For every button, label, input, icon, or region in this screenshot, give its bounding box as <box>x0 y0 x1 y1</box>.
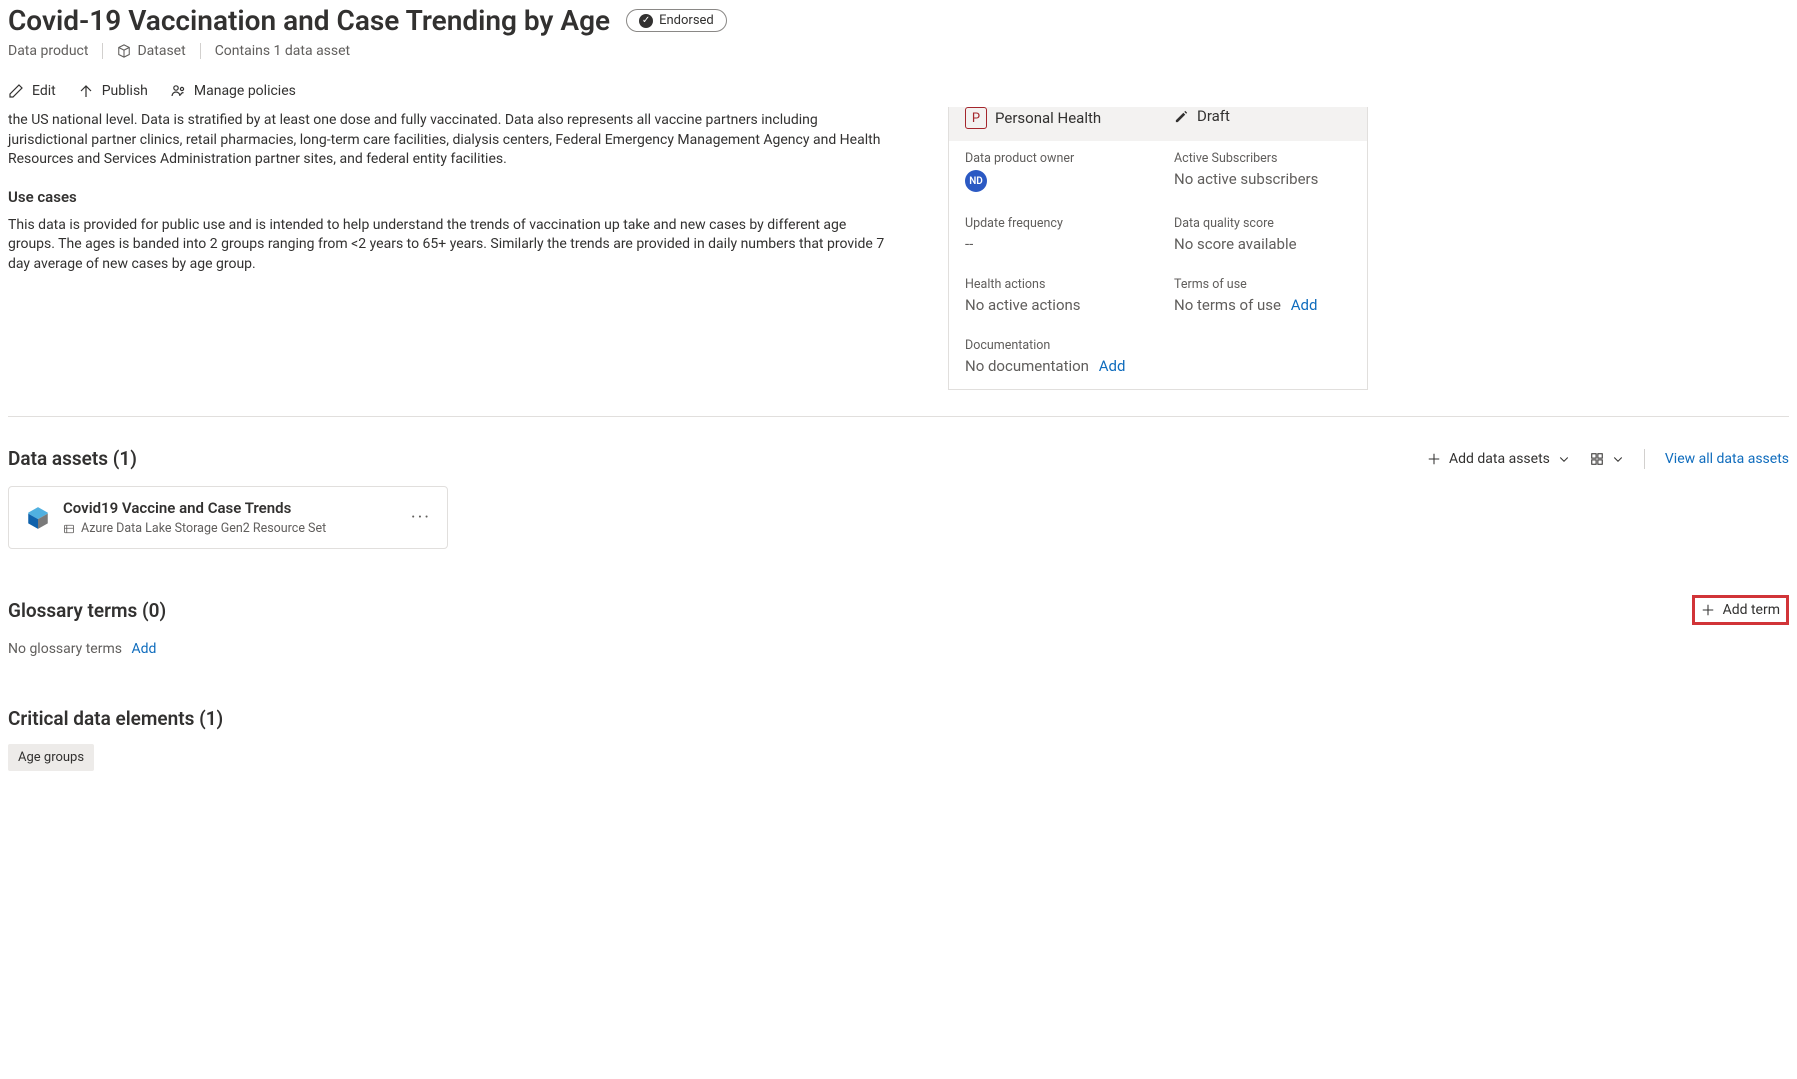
edit-button[interactable]: Edit <box>8 83 56 99</box>
asset-title: Covid19 Vaccine and Case Trends <box>63 499 399 517</box>
endorsed-badge: ✓ Endorsed <box>626 9 727 32</box>
doc-add-link[interactable]: Add <box>1099 357 1126 375</box>
publish-button[interactable]: Publish <box>78 83 148 99</box>
usecases-heading: Use cases <box>8 188 888 206</box>
add-data-assets-button[interactable]: Add data assets <box>1427 451 1570 467</box>
meta-data-product: Data product <box>8 43 103 59</box>
add-term-button[interactable]: Add term <box>1692 595 1789 625</box>
asset-more-button[interactable]: ··· <box>411 507 431 528</box>
chevron-down-icon <box>1612 453 1624 465</box>
terms-add-link[interactable]: Add <box>1291 296 1318 314</box>
update-freq-value: -- <box>965 235 1142 253</box>
meta-contains: Contains 1 data asset <box>201 43 364 59</box>
data-asset-card[interactable]: Covid19 Vaccine and Case Trends Azure Da… <box>8 486 448 549</box>
owner-avatar: ND <box>965 170 987 192</box>
update-freq-label: Update frequency <box>965 216 1142 231</box>
details-panel: P Personal Health Draft Data product own… <box>948 107 1368 390</box>
owner-label: Data product owner <box>965 151 1142 166</box>
layout-toggle[interactable] <box>1590 452 1624 466</box>
grid-icon <box>1590 452 1604 466</box>
cube-icon <box>117 44 131 58</box>
description-paragraph-2: This data is provided for public use and… <box>8 216 888 275</box>
health-label: Health actions <box>965 277 1142 292</box>
domain-letter-icon: P <box>965 107 987 129</box>
description-paragraph-1: the US national level. Data is stratifie… <box>8 111 888 170</box>
manage-policies-button[interactable]: Manage policies <box>170 83 296 99</box>
asset-subtitle: Azure Data Lake Storage Gen2 Resource Se… <box>81 521 326 536</box>
people-icon <box>170 83 186 99</box>
resource-set-icon <box>63 523 75 535</box>
subscribers-value: No active subscribers <box>1174 170 1351 188</box>
cde-tag-age-groups[interactable]: Age groups <box>8 744 94 771</box>
owner-name-redacted <box>995 174 1075 188</box>
page-title: Covid-19 Vaccination and Case Trending b… <box>8 4 610 37</box>
endorsed-label: Endorsed <box>659 13 714 28</box>
arrow-up-icon <box>78 83 94 99</box>
divider <box>8 416 1789 417</box>
subscribers-label: Active Subscribers <box>1174 151 1351 166</box>
doc-value: No documentation <box>965 357 1089 375</box>
owner-value: ND <box>965 170 1075 192</box>
plus-icon <box>1701 603 1715 617</box>
quality-label: Data quality score <box>1174 216 1351 231</box>
datalake-cube-icon <box>25 505 51 531</box>
separator <box>1644 449 1645 469</box>
draft-pencil-icon <box>1174 109 1189 124</box>
breadcrumb-meta: Data product Dataset Contains 1 data ass… <box>8 43 1789 59</box>
chevron-down-icon <box>1558 453 1570 465</box>
terms-value: No terms of use <box>1174 296 1281 314</box>
glossary-heading: Glossary terms (0) <box>8 599 166 622</box>
data-assets-heading: Data assets (1) <box>8 447 137 470</box>
no-glossary-text: No glossary terms <box>8 641 122 657</box>
terms-label: Terms of use <box>1174 277 1351 292</box>
quality-value: No score available <box>1174 235 1351 253</box>
pencil-icon <box>8 83 24 99</box>
domain-chip: P Personal Health <box>965 107 1101 129</box>
status-chip: Draft <box>1174 107 1230 125</box>
meta-dataset: Dataset <box>103 43 200 59</box>
cde-heading: Critical data elements (1) <box>8 707 1789 730</box>
plus-icon <box>1427 452 1441 466</box>
glossary-add-link[interactable]: Add <box>131 641 156 657</box>
toolbar: Edit Publish Manage policies <box>8 83 1789 99</box>
doc-label: Documentation <box>965 338 1351 353</box>
view-all-data-assets-link[interactable]: View all data assets <box>1665 451 1789 467</box>
health-value: No active actions <box>965 296 1142 314</box>
check-circle-icon: ✓ <box>639 14 653 28</box>
